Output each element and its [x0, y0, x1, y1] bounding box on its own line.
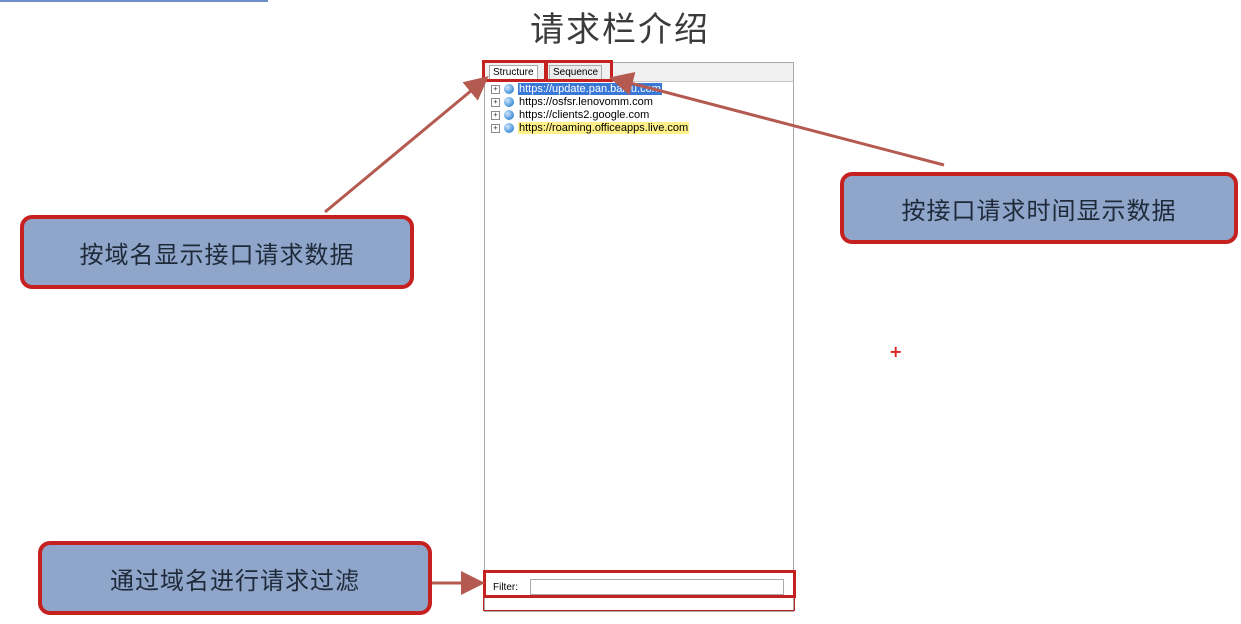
arrow-to-structure-tab: [324, 76, 489, 214]
crosshair-cursor-icon: +: [889, 342, 903, 361]
annotation-arrows: [324, 71, 945, 595]
callout-domain: 按域名显示接口请求数据: [20, 215, 414, 289]
arrow-to-sequence-tab: [609, 71, 945, 167]
callout-time: 按接口请求时间显示数据: [840, 172, 1238, 244]
callout-filter: 通过域名进行请求过滤: [38, 541, 432, 615]
